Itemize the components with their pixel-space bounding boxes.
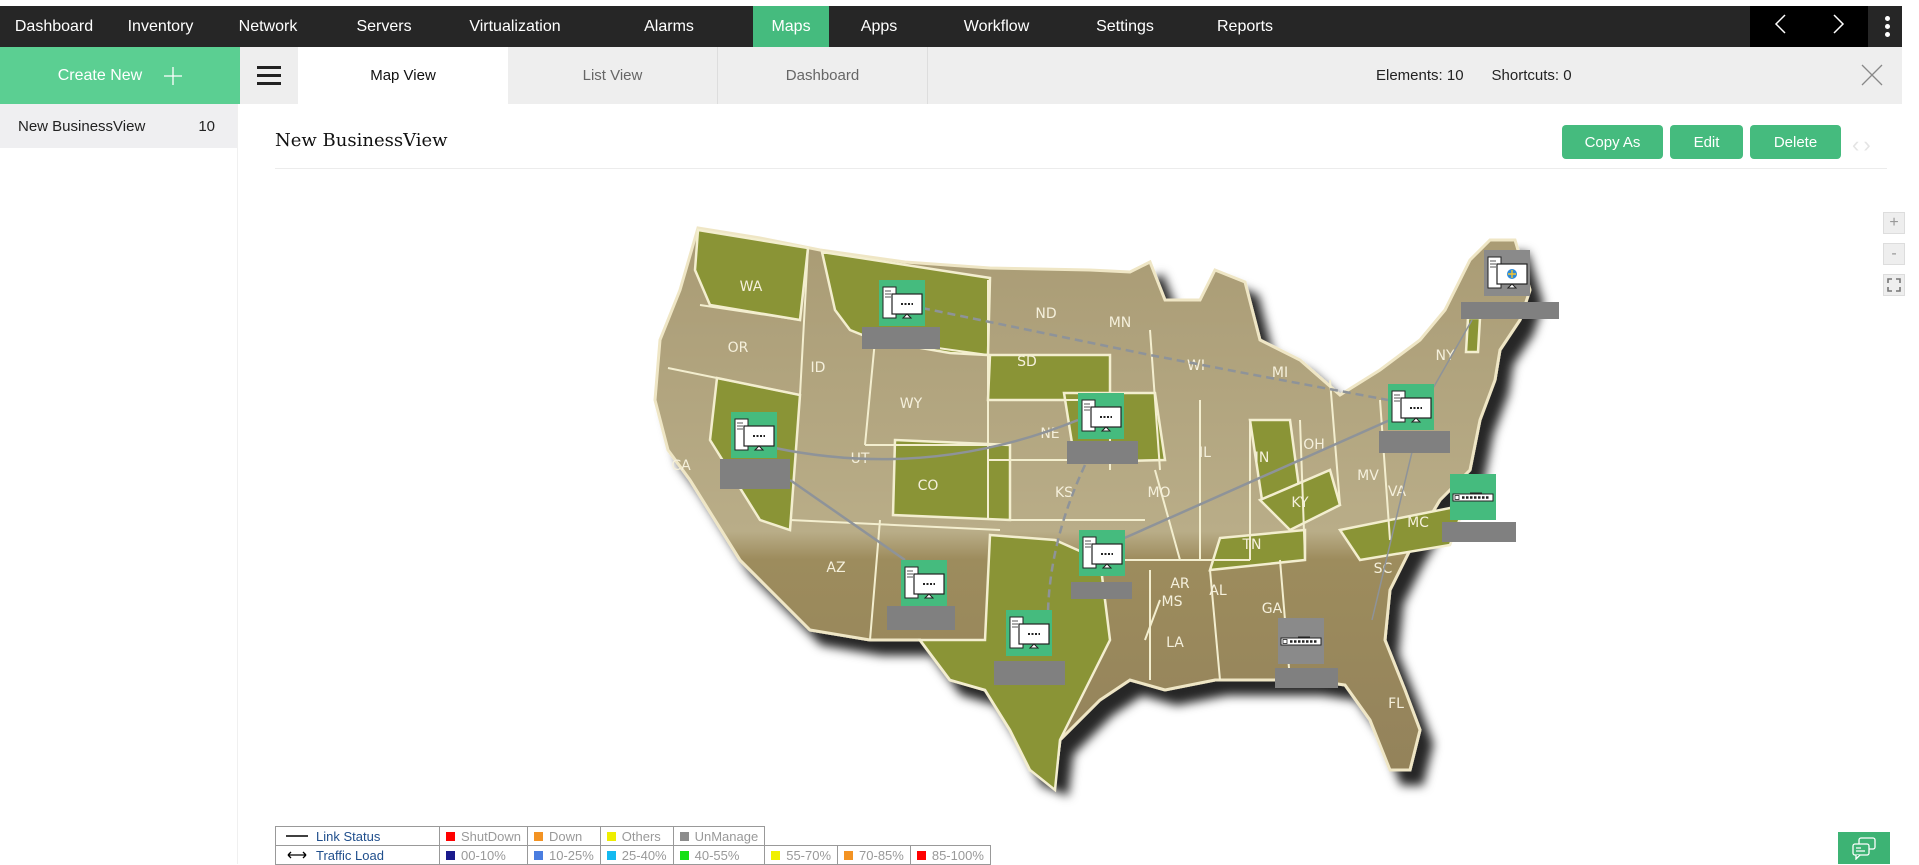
legend-item: 55-70% bbox=[764, 845, 839, 865]
state-label: CA bbox=[671, 458, 691, 474]
state-label: KS bbox=[1055, 485, 1073, 501]
legend-item: ShutDown bbox=[439, 826, 528, 846]
state-label: FL bbox=[1388, 696, 1404, 712]
line-icon bbox=[286, 834, 308, 837]
link-status-label: Link Status bbox=[275, 826, 440, 846]
device-label[interactable] bbox=[1067, 441, 1138, 464]
state-label: LA bbox=[1166, 635, 1184, 651]
us-map[interactable]: WA OR CA ID WY UT AZ CO ND SD NE KS OK M… bbox=[0, 0, 1919, 864]
legend-traffic-load-row: Traffic Load 00-10% 10-25% 25-40% 40-55%… bbox=[275, 845, 991, 865]
switch-device-icon[interactable] bbox=[1450, 474, 1496, 520]
state-vt bbox=[1464, 316, 1482, 354]
state-label: WY bbox=[900, 396, 923, 412]
legend-item: 70-85% bbox=[837, 845, 911, 865]
state-label: AL bbox=[1209, 583, 1227, 599]
legend-item: UnManage bbox=[672, 826, 766, 846]
state-label: MN bbox=[1109, 315, 1132, 331]
device-label[interactable] bbox=[1275, 668, 1338, 688]
server-device-icon[interactable] bbox=[1079, 530, 1125, 576]
device-label[interactable] bbox=[1461, 302, 1559, 319]
state-label: MO bbox=[1147, 485, 1170, 501]
double-arrow-icon bbox=[287, 851, 307, 858]
state-label: TN bbox=[1241, 537, 1261, 553]
state-label: IL bbox=[1199, 445, 1211, 461]
chat-icon bbox=[1852, 837, 1876, 860]
swatch-shutdown bbox=[446, 831, 455, 841]
legend-item: 25-40% bbox=[599, 845, 674, 865]
server-device-icon[interactable] bbox=[879, 280, 925, 326]
server-device-icon[interactable] bbox=[1388, 384, 1434, 430]
server-device-icon[interactable] bbox=[901, 560, 947, 606]
state-label: MV bbox=[1357, 468, 1379, 484]
state-label: AZ bbox=[826, 560, 845, 576]
device-label[interactable] bbox=[1071, 582, 1132, 599]
state-label: SD bbox=[1017, 354, 1037, 370]
state-label: IN bbox=[1255, 450, 1270, 466]
legend-item: 00-10% bbox=[439, 845, 528, 865]
state-co bbox=[891, 438, 1012, 522]
legend-item: Down bbox=[526, 826, 601, 846]
device-label[interactable] bbox=[1379, 431, 1450, 453]
chat-button[interactable] bbox=[1838, 832, 1890, 864]
server-device-icon[interactable] bbox=[1006, 610, 1052, 656]
device-label[interactable] bbox=[720, 459, 790, 489]
state-label: CO bbox=[918, 478, 939, 494]
state-label: ND bbox=[1035, 306, 1056, 322]
state-label: KY bbox=[1291, 495, 1309, 511]
traffic-load-label: Traffic Load bbox=[275, 845, 440, 865]
device-label[interactable] bbox=[1442, 522, 1516, 542]
state-label: MC bbox=[1407, 515, 1429, 531]
state-label: ID bbox=[811, 360, 826, 376]
device-label[interactable] bbox=[994, 661, 1065, 685]
device-label[interactable] bbox=[887, 606, 955, 630]
server-device-icon[interactable] bbox=[1484, 250, 1530, 296]
legend-link-status-row: Link Status ShutDown Down Others UnManag… bbox=[275, 826, 991, 846]
state-label: MS bbox=[1162, 594, 1183, 610]
state-label: GA bbox=[1262, 601, 1283, 617]
device-label[interactable] bbox=[862, 327, 940, 349]
legend-item: Others bbox=[599, 826, 674, 846]
legend-item: 40-55% bbox=[672, 845, 766, 865]
state-label: AR bbox=[1170, 576, 1190, 592]
switch-device-icon[interactable] bbox=[1278, 618, 1324, 664]
server-device-icon[interactable] bbox=[731, 412, 777, 458]
server-device-icon[interactable] bbox=[1078, 393, 1124, 439]
legend-item: 85-100% bbox=[909, 845, 991, 865]
swatch-unmanage bbox=[679, 831, 689, 841]
state-label: WA bbox=[740, 279, 763, 295]
state-label: OR bbox=[728, 340, 749, 356]
swatch-down bbox=[533, 831, 543, 841]
legend-item: 10-25% bbox=[526, 845, 601, 865]
swatch-others bbox=[606, 831, 616, 841]
map-legend: Link Status ShutDown Down Others UnManag… bbox=[275, 826, 991, 865]
